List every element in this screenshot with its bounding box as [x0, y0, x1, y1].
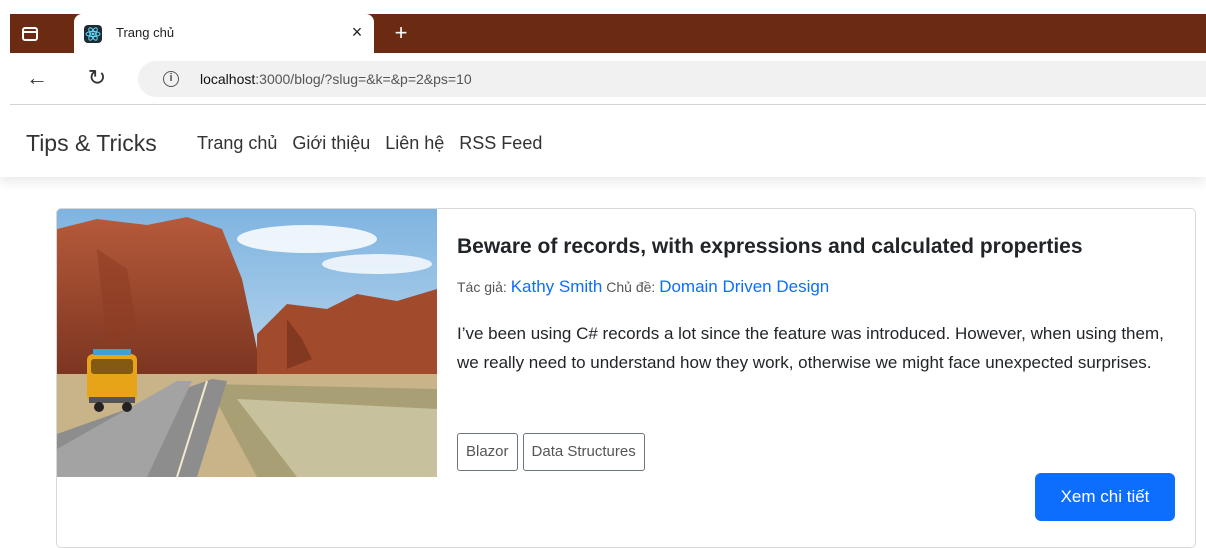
- post-card: Beware of records, with expressions and …: [56, 208, 1196, 548]
- post-description: I’ve been using C# records a lot since t…: [457, 324, 1164, 372]
- url-host: localhost: [200, 71, 256, 87]
- tag-data-structures[interactable]: Data Structures: [522, 433, 645, 471]
- info-icon[interactable]: i: [163, 71, 179, 87]
- post-tags: Blazor Data Structures: [457, 433, 645, 471]
- url-text[interactable]: localhost:3000/blog/?slug=&k=&p=2&ps=10: [200, 71, 472, 87]
- view-detail-button[interactable]: Xem chi tiết: [1035, 473, 1175, 521]
- post-title[interactable]: Beware of records, with expressions and …: [457, 235, 1083, 259]
- tab-actions-icon[interactable]: [18, 22, 42, 46]
- browser-tab-bar: Trang chủ × +: [10, 14, 1206, 53]
- category-label: Chủ đề:: [606, 279, 656, 295]
- site-header: Tips & Tricks Trang chủ Giới thiệu Liên …: [0, 105, 1206, 177]
- site-brand[interactable]: Tips & Tricks: [26, 130, 157, 157]
- author-label: Tác giả:: [457, 279, 507, 295]
- menu-item-rss[interactable]: RSS Feed: [459, 133, 542, 154]
- back-arrow-icon[interactable]: ←: [24, 65, 50, 91]
- tab-title: Trang chủ: [116, 25, 175, 40]
- new-tab-button[interactable]: +: [388, 19, 414, 47]
- menu-item-contact[interactable]: Liên hệ: [385, 133, 444, 154]
- tab-close-button[interactable]: ×: [347, 22, 367, 42]
- author-link[interactable]: Kathy Smith: [511, 277, 603, 296]
- reload-icon[interactable]: ↻: [84, 65, 110, 91]
- address-bar[interactable]: i localhost:3000/blog/?slug=&k=&p=2&ps=1…: [138, 61, 1206, 97]
- post-thumbnail: [57, 209, 437, 477]
- post-meta: Tác giả: Kathy Smith Chủ đề: Domain Driv…: [457, 277, 829, 297]
- browser-toolbar: ← ↻ i localhost:3000/blog/?slug=&k=&p=2&…: [10, 53, 1206, 105]
- post-thumbnail-picture: [57, 209, 437, 477]
- tag-blazor[interactable]: Blazor: [457, 433, 518, 471]
- url-path: :3000/blog/?slug=&k=&p=2&ps=10: [255, 71, 472, 87]
- main-menu: Trang chủ Giới thiệu Liên hệ RSS Feed: [197, 133, 542, 154]
- react-icon: [84, 25, 102, 43]
- menu-item-about[interactable]: Giới thiệu: [292, 133, 370, 154]
- category-link[interactable]: Domain Driven Design: [659, 277, 829, 296]
- menu-item-home[interactable]: Trang chủ: [197, 133, 277, 154]
- browser-tab[interactable]: Trang chủ ×: [74, 14, 374, 53]
- window-top-edge: [0, 0, 1206, 14]
